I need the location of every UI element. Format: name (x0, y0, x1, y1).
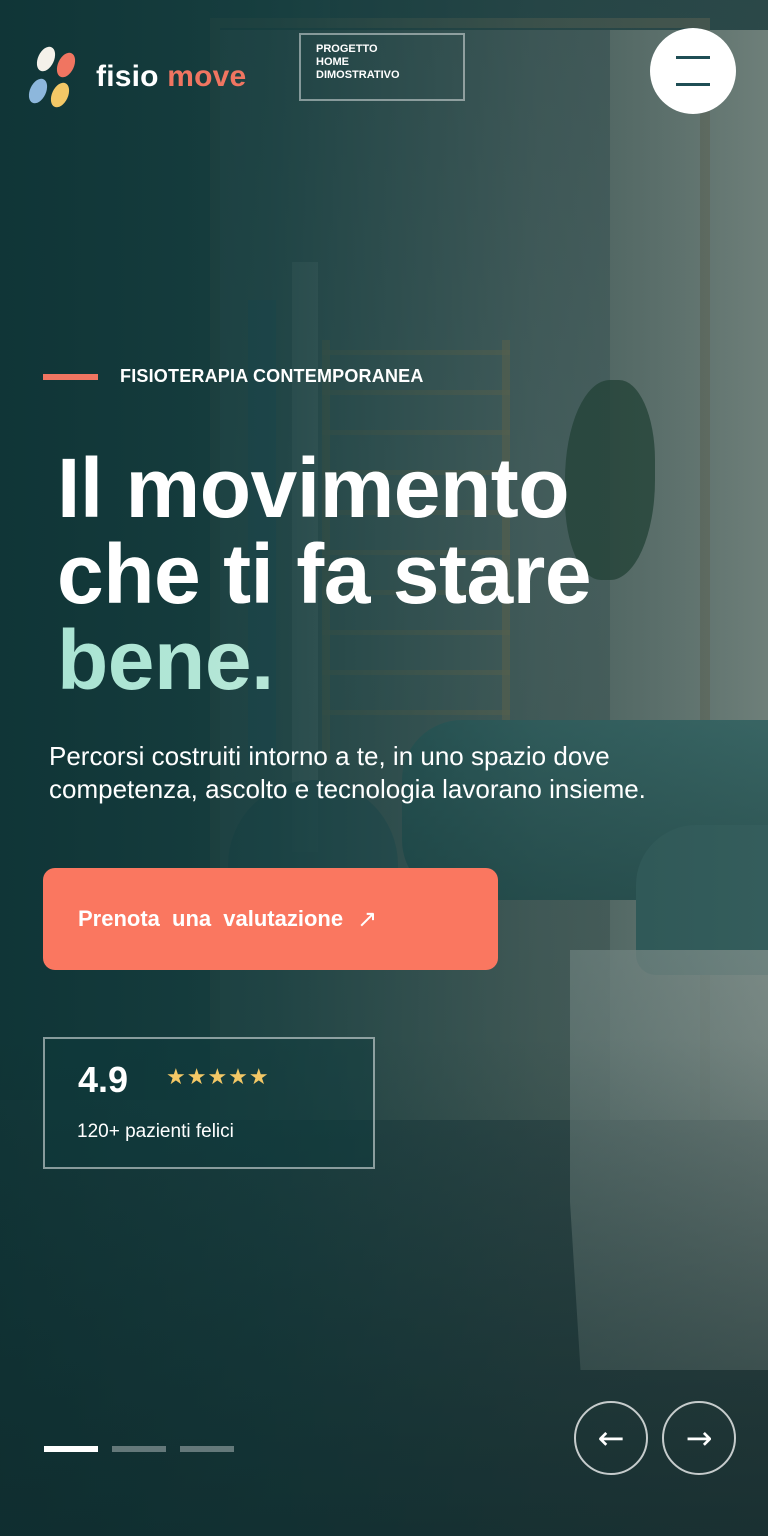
logo[interactable]: fisio move (25, 43, 246, 111)
logo-word-fisio: fisio (96, 60, 159, 93)
slide-indicator-3[interactable] (180, 1446, 234, 1452)
five-stars-icon: ★★★★★ (166, 1064, 270, 1089)
book-evaluation-button[interactable]: Prenota una valutazione ↗ (43, 868, 498, 970)
demo-project-badge: PROGETTO HOME DIMOSTRATIVO (299, 33, 465, 101)
headline-line-2: che ti fa stare (57, 527, 592, 621)
badge-line-2: HOME (316, 56, 349, 68)
cta-label: Prenota una valutazione (78, 906, 344, 931)
badge-line-1: PROGETTO (316, 43, 378, 55)
headline-line-1: Il movimento (57, 441, 570, 535)
logo-wordmark: fisio move (96, 60, 246, 94)
arrow-up-right-icon: ↗ (357, 905, 378, 933)
arrow-right-icon: → (685, 1419, 713, 1457)
hero-headline: Il movimento che ti fa stare bene. (57, 445, 747, 703)
slide-indicator-1[interactable] (44, 1446, 98, 1452)
logo-word-move: move (167, 60, 247, 93)
slider-pagination (44, 1446, 248, 1452)
logo-dots-icon (25, 43, 79, 111)
headline-highlight: bene. (57, 617, 747, 703)
next-slide-button[interactable]: → (662, 1401, 736, 1475)
menu-button[interactable] (650, 28, 736, 114)
hero-subtitle: Percorsi costruiti intorno a te, in uno … (49, 741, 646, 804)
rating-caption: 120+ pazienti felici (77, 1121, 234, 1142)
arrow-left-icon: ← (597, 1419, 625, 1457)
badge-line-3: DIMOSTRATIVO (316, 69, 400, 81)
hero-eyebrow: FISIOTERAPIA CONTEMPORANEA (43, 366, 424, 387)
eyebrow-accent-line (43, 373, 98, 380)
rating-card: 4.9 ★★★★★ 120+ pazienti felici (43, 1037, 375, 1169)
rating-score: 4.9 (78, 1059, 129, 1100)
slide-indicator-2[interactable] (112, 1446, 166, 1452)
eyebrow-text: FISIOTERAPIA CONTEMPORANEA (120, 366, 424, 386)
site-header: fisio move PROGETTO HOME DIMOSTRATIVO (0, 0, 768, 140)
previous-slide-button[interactable]: ← (574, 1401, 648, 1475)
